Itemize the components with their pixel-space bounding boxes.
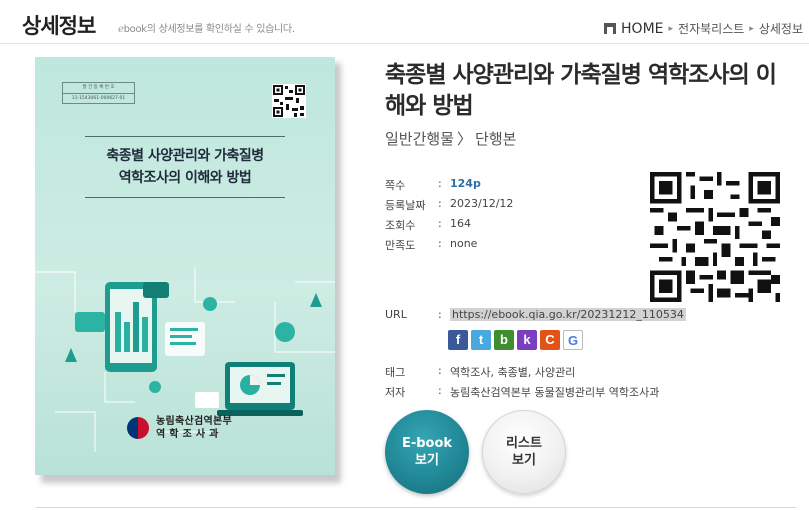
meta-label: 등록날짜: [385, 199, 426, 212]
list-view-button[interactable]: 리스트 보기: [482, 410, 566, 494]
meta-value: none: [450, 237, 478, 250]
google-share-icon[interactable]: G: [563, 330, 583, 350]
list-view-label-1: 리스트: [506, 436, 542, 451]
organization-logo: 농림축산검역본부 역 학 조 사 과: [127, 415, 232, 441]
section-divider: [36, 507, 796, 508]
cover-qr-code-icon: [272, 84, 306, 118]
twitter-share-icon[interactable]: t: [471, 330, 491, 350]
registration-box: 발 간 등 록 번 호 11-1543061-000627-01: [62, 82, 135, 104]
qr-code-icon: [650, 172, 780, 302]
org-division: 역 학 조 사 과: [156, 429, 219, 440]
author-value: 농림축산검역본부 동물질병관리부 역학조사과: [450, 386, 660, 399]
breadcrumb-detail[interactable]: 상세정보: [759, 20, 803, 37]
org-name: 농림축산검역본부: [156, 416, 232, 427]
meta-satisfaction: 만족도: none: [385, 237, 478, 252]
category-label: 일반간행물: [385, 130, 455, 148]
meta-author: 저자: 농림축산검역본부 동물질병관리부 역학조사과: [385, 384, 660, 399]
cover-divider: [85, 136, 285, 137]
meta-value: 164: [450, 217, 471, 230]
cyworld-share-icon[interactable]: C: [540, 330, 560, 350]
registration-number: 11-1543061-000627-01: [63, 93, 134, 104]
meta-label: 쪽수: [385, 179, 406, 192]
ebook-view-button[interactable]: E-book 보기: [385, 410, 469, 494]
home-icon[interactable]: [604, 23, 617, 34]
tags-value: 역학조사, 축종별, 사양관리: [450, 366, 576, 379]
meta-views: 조회수: 164: [385, 217, 471, 232]
cover-divider: [85, 197, 285, 198]
chevron-right-icon: ▸: [749, 23, 754, 34]
list-view-label-2: 보기: [512, 453, 536, 468]
meta-reg-date: 등록날짜: 2023/12/12: [385, 197, 514, 212]
chevron-right-icon: 〉: [457, 130, 473, 148]
meta-value: 124p: [450, 177, 481, 190]
meta-label: 태그: [385, 366, 406, 379]
meta-pages: 쪽수: 124p: [385, 177, 481, 192]
book-cover[interactable]: 발 간 등 록 번 호 11-1543061-000627-01 축종별 사양관…: [35, 57, 341, 487]
meta-label: URL: [385, 308, 407, 321]
cover-title-line-1: 축종별 사양관리와 가축질병: [106, 148, 264, 164]
ebook-view-label-2: 보기: [415, 453, 439, 468]
breadcrumb-home[interactable]: HOME: [621, 21, 663, 37]
meta-label: 만족도: [385, 239, 416, 252]
band-share-icon[interactable]: b: [494, 330, 514, 350]
share-buttons: f t b k C G: [448, 330, 583, 350]
facebook-share-icon[interactable]: f: [448, 330, 468, 350]
meta-tags: 태그: 역학조사, 축종별, 사양관리: [385, 364, 576, 379]
meta-url: URL: https://ebook.qia.go.kr/20231212_11…: [385, 308, 686, 321]
page-subtitle: ebook의 상세정보를 확인하실 수 있습니다.: [118, 20, 295, 35]
meta-value: 2023/12/12: [450, 197, 514, 210]
page-subtitle-text: book의 상세정보를 확인하실 수 있습니다.: [123, 24, 295, 35]
breadcrumb-ebook-list[interactable]: 전자북리스트: [678, 20, 744, 37]
cover-image: 발 간 등 록 번 호 11-1543061-000627-01 축종별 사양관…: [35, 57, 335, 475]
registration-label: 발 간 등 록 번 호: [82, 85, 115, 90]
book-url-link[interactable]: https://ebook.qia.go.kr/20231212_110534: [450, 308, 686, 321]
page-title: 상세정보: [22, 14, 96, 38]
taegeuk-icon: [127, 417, 149, 439]
page-header: 상세정보 ebook의 상세정보를 확인하실 수 있습니다. HOME ▸ 전자…: [0, 0, 809, 44]
breadcrumb: HOME ▸ 전자북리스트 ▸ 상세정보: [604, 20, 803, 37]
meta-label: 조회수: [385, 219, 416, 232]
subcategory-label: 단행본: [475, 130, 517, 148]
cover-title-line-2: 역학조사의 이해와 방법: [118, 170, 252, 186]
meta-label: 저자: [385, 386, 406, 399]
ebook-view-label-1: E-book: [401, 436, 453, 451]
category-path: 일반간행물 〉 단행본: [385, 128, 516, 149]
book-title: 축종별 사양관리와 가축질병 역학조사의 이해와 방법: [385, 62, 777, 119]
chevron-right-icon: ▸: [668, 23, 674, 34]
kakaostory-share-icon[interactable]: k: [517, 330, 537, 350]
